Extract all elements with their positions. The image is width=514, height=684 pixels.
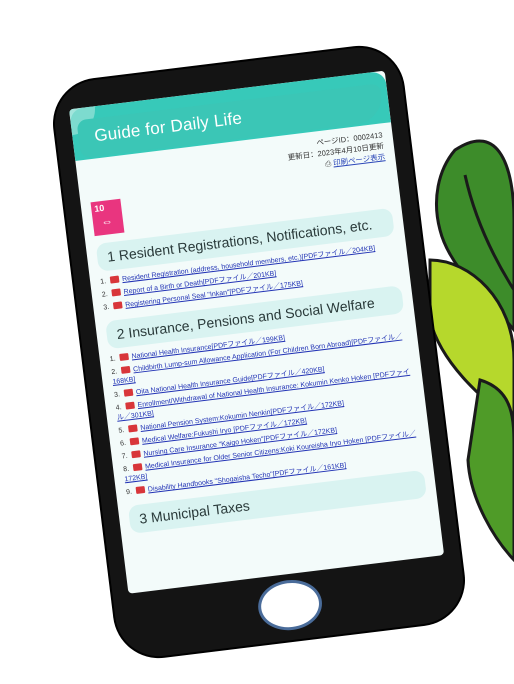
pdf-icon (127, 424, 138, 433)
sdg-badge: 10 ⇔ (90, 198, 125, 237)
pdf-icon (109, 275, 120, 284)
tablet-screen: Guide for Daily Life ページID：0002413 更新日：2… (69, 70, 445, 594)
pdf-icon (131, 450, 141, 459)
home-button[interactable] (255, 576, 325, 634)
pdf-icon (111, 288, 122, 297)
pdf-icon (119, 352, 129, 361)
document-list: 1. National Health Insurance[PDFファイル／199K… (109, 319, 422, 498)
pdf-icon (135, 485, 146, 495)
printer-icon: ⎙ (324, 158, 332, 169)
content-sections: 1 Resident Registrations, Notifications,… (86, 207, 437, 536)
sdg-number: 10 (93, 202, 105, 214)
pdf-icon (120, 365, 131, 374)
pdf-icon (129, 437, 140, 446)
reduced-inequalities-icon: ⇔ (100, 213, 114, 230)
tablet-frame: Guide for Daily Life ページID：0002413 更新日：2… (49, 42, 469, 662)
pdf-icon (123, 388, 134, 397)
pdf-icon (132, 463, 143, 472)
pdf-icon (125, 401, 135, 410)
pdf-icon (112, 301, 123, 310)
